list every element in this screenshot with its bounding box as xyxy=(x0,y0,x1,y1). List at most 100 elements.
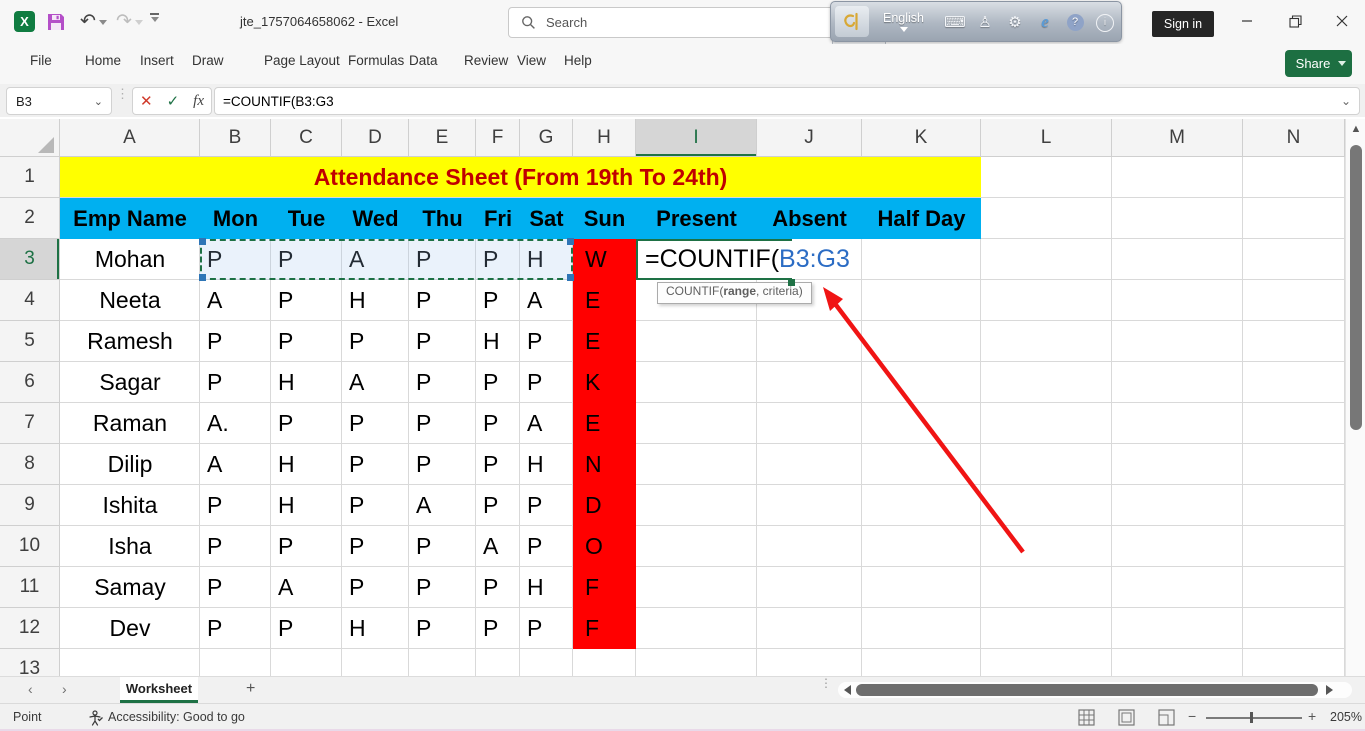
sheet-nav-right-icon[interactable]: › xyxy=(62,681,67,697)
cell-name-ishita[interactable]: Ishita xyxy=(60,485,200,526)
cell[interactable] xyxy=(862,608,981,649)
cell-day[interactable]: P xyxy=(207,526,271,567)
cell-day[interactable]: A xyxy=(483,526,520,567)
column-header-i[interactable]: I xyxy=(636,119,757,157)
column-header-g[interactable]: G xyxy=(520,119,573,157)
scroll-right-icon[interactable] xyxy=(1326,685,1333,695)
cell-day[interactable]: P xyxy=(416,526,476,567)
cell-day[interactable]: A xyxy=(416,485,476,526)
cell-day[interactable]: P xyxy=(527,608,573,649)
cell[interactable] xyxy=(1243,280,1345,321)
cell[interactable] xyxy=(981,485,1112,526)
header-cell-fri[interactable]: Fri xyxy=(476,198,520,239)
cell-day[interactable]: P xyxy=(483,239,520,280)
cell[interactable] xyxy=(1112,403,1243,444)
cell-day[interactable]: H xyxy=(527,239,573,280)
cell[interactable] xyxy=(636,239,757,280)
row-header-7[interactable]: 7 xyxy=(0,403,60,444)
cell[interactable] xyxy=(862,403,981,444)
cell-day[interactable]: P xyxy=(483,444,520,485)
cell-name-ramesh[interactable]: Ramesh xyxy=(60,321,200,362)
column-header-j[interactable]: J xyxy=(757,119,862,157)
cell-day[interactable]: H xyxy=(349,608,409,649)
cell[interactable] xyxy=(981,403,1112,444)
cell[interactable] xyxy=(757,608,862,649)
cell-day[interactable]: A xyxy=(527,280,573,321)
cell[interactable] xyxy=(981,567,1112,608)
column-header-e[interactable]: E xyxy=(409,119,476,157)
cell[interactable] xyxy=(757,526,862,567)
cell-day[interactable]: A xyxy=(349,239,409,280)
column-header-m[interactable]: M xyxy=(1112,119,1243,157)
zoom-in-button[interactable]: + xyxy=(1308,708,1316,724)
cell-day[interactable]: P xyxy=(483,403,520,444)
header-cell-tue[interactable]: Tue xyxy=(271,198,342,239)
column-header-l[interactable]: L xyxy=(981,119,1112,157)
cell-weekend-letter[interactable]: E xyxy=(585,321,636,362)
cell[interactable] xyxy=(573,649,636,676)
cell-name-dilip[interactable]: Dilip xyxy=(60,444,200,485)
cell[interactable] xyxy=(757,485,862,526)
cell[interactable] xyxy=(1243,649,1345,676)
row-header-4[interactable]: 4 xyxy=(0,280,60,321)
row-header-2[interactable]: 2 xyxy=(0,198,60,239)
cell[interactable] xyxy=(981,198,1112,239)
add-sheet-button[interactable]: + xyxy=(246,680,255,698)
cell[interactable] xyxy=(1112,444,1243,485)
cell[interactable] xyxy=(757,362,862,403)
cell[interactable] xyxy=(1112,649,1243,676)
cell-name-neeta[interactable]: Neeta xyxy=(60,280,200,321)
column-header-f[interactable]: F xyxy=(476,119,520,157)
header-cell-emp-name[interactable]: Emp Name xyxy=(60,198,200,239)
cell[interactable] xyxy=(271,649,342,676)
header-cell-mon[interactable]: Mon xyxy=(200,198,271,239)
cell[interactable] xyxy=(1112,198,1243,239)
cell[interactable] xyxy=(1243,526,1345,567)
cell[interactable] xyxy=(1243,198,1345,239)
accessibility-status[interactable]: Accessibility: Good to go xyxy=(108,710,245,724)
cell[interactable] xyxy=(409,649,476,676)
header-cell-thu[interactable]: Thu xyxy=(409,198,476,239)
cell[interactable] xyxy=(862,321,981,362)
cell[interactable] xyxy=(636,444,757,485)
zoom-slider[interactable] xyxy=(1206,717,1302,719)
cell-day[interactable]: H xyxy=(483,321,520,362)
cell[interactable] xyxy=(757,403,862,444)
cell-day[interactable]: P xyxy=(349,321,409,362)
column-header-a[interactable]: A xyxy=(60,119,200,157)
cell[interactable] xyxy=(981,362,1112,403)
row-header-1[interactable]: 1 xyxy=(0,157,60,198)
cell-day[interactable]: P xyxy=(207,608,271,649)
cell[interactable] xyxy=(757,239,862,280)
cell-name-raman[interactable]: Raman xyxy=(60,403,200,444)
cell-name-dev[interactable]: Dev xyxy=(60,608,200,649)
zoom-level[interactable]: 205% xyxy=(1330,710,1362,724)
scroll-left-icon[interactable] xyxy=(844,685,851,695)
cell[interactable] xyxy=(757,321,862,362)
cell-day[interactable]: P xyxy=(278,280,342,321)
header-cell-sat[interactable]: Sat xyxy=(520,198,573,239)
page-break-view-button[interactable] xyxy=(1158,709,1175,726)
cell-weekend-letter[interactable]: E xyxy=(585,403,636,444)
cell-day[interactable]: P xyxy=(483,280,520,321)
zoom-out-button[interactable]: − xyxy=(1188,708,1196,724)
cell[interactable] xyxy=(757,444,862,485)
cell-weekend-letter[interactable]: N xyxy=(585,444,636,485)
cell-day[interactable]: P xyxy=(207,485,271,526)
header-cell-half-day[interactable]: Half Day xyxy=(862,198,981,239)
cell-day[interactable]: P xyxy=(207,362,271,403)
cell[interactable] xyxy=(636,403,757,444)
cell[interactable] xyxy=(981,649,1112,676)
cell-day[interactable]: A xyxy=(207,444,271,485)
cell[interactable] xyxy=(636,526,757,567)
cell[interactable] xyxy=(981,321,1112,362)
cell-day[interactable]: P xyxy=(416,567,476,608)
cell-day[interactable]: H xyxy=(278,485,342,526)
header-cell-present[interactable]: Present xyxy=(636,198,757,239)
cell[interactable] xyxy=(981,526,1112,567)
cell-weekend-letter[interactable]: K xyxy=(585,362,636,403)
row-header-10[interactable]: 10 xyxy=(0,526,60,567)
cell[interactable] xyxy=(60,649,200,676)
cell-day[interactable]: P xyxy=(416,362,476,403)
cell-day[interactable]: P xyxy=(483,362,520,403)
